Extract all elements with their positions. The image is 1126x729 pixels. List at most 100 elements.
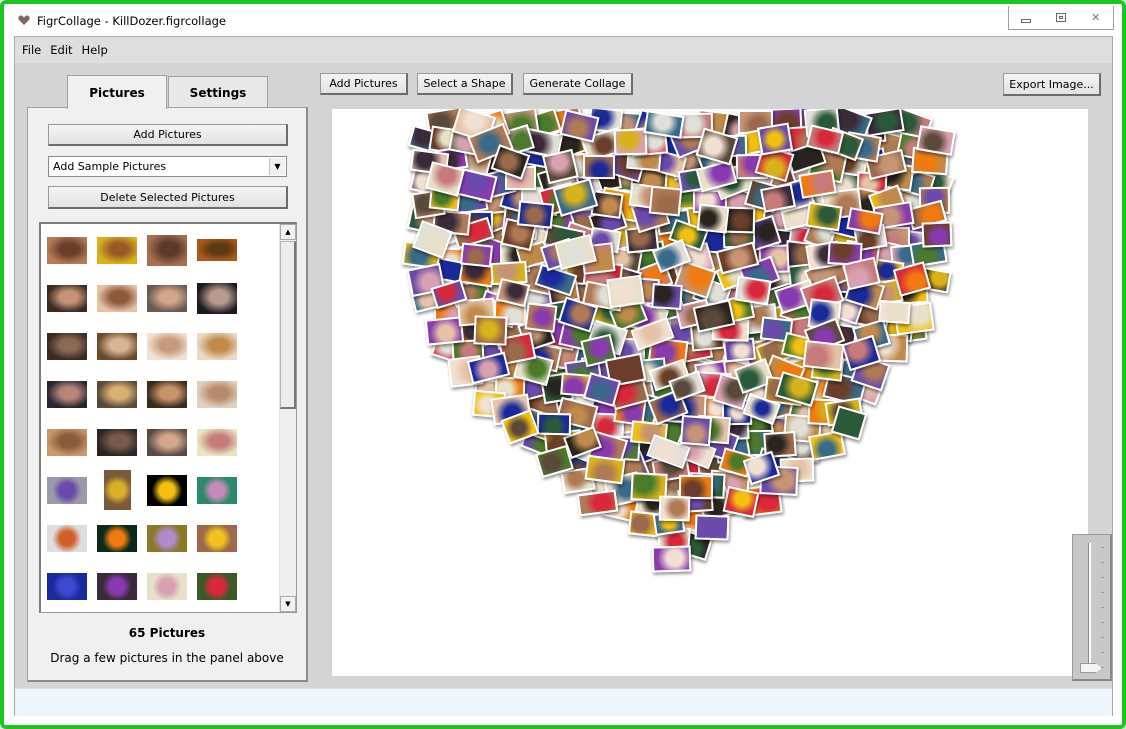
collage-photo[interactable] (648, 185, 683, 217)
menu-help[interactable]: Help (82, 43, 108, 57)
collage-photo[interactable] (878, 299, 911, 325)
picture-thumbnail[interactable] (147, 234, 187, 266)
picture-list[interactable]: ▲ ▼ (39, 222, 297, 613)
picture-thumbnail[interactable] (47, 476, 87, 504)
picture-thumbnail[interactable] (147, 572, 187, 600)
collage-photo[interactable] (802, 339, 845, 371)
zoom-slider-tick (1101, 592, 1104, 593)
collage-photo[interactable] (524, 302, 558, 334)
picture-thumbnail[interactable] (197, 524, 237, 552)
toolbar-add-pictures-button[interactable]: Add Pictures (320, 73, 408, 95)
drag-hint: Drag a few pictures in the panel above (50, 651, 284, 665)
picture-thumbnail[interactable] (197, 428, 237, 456)
picture-count: 65 Pictures (128, 626, 206, 640)
select-shape-button[interactable]: Select a Shape (417, 73, 513, 95)
collage-canvas[interactable] (332, 109, 1088, 676)
collage-photo[interactable] (583, 154, 616, 179)
collage-photo[interactable] (697, 203, 730, 234)
collage-photo[interactable] (459, 242, 494, 268)
collage-photo[interactable] (613, 128, 648, 156)
picture-thumbnail[interactable] (97, 380, 137, 408)
picture-thumbnail[interactable] (147, 332, 187, 360)
collage-photo[interactable] (680, 414, 713, 446)
collage-photo[interactable] (651, 545, 692, 573)
scroll-down-button[interactable]: ▼ (280, 596, 296, 612)
picture-thumbnail[interactable] (47, 380, 87, 408)
minimize-button[interactable] (1009, 6, 1044, 29)
zoom-slider-tick (1101, 652, 1104, 653)
picture-thumbnail[interactable] (147, 474, 187, 506)
zoom-slider-tick (1101, 562, 1104, 563)
window-title: FigrCollage - KillDozer.figrcollage (37, 14, 226, 28)
tab-settings-label: Settings (189, 85, 247, 100)
picture-thumbnail[interactable] (97, 428, 137, 456)
picture-thumbnail[interactable] (197, 332, 237, 360)
collage-photo[interactable] (536, 412, 572, 436)
window-controls: ✕ (1008, 6, 1114, 30)
picture-thumbnail[interactable] (147, 284, 187, 312)
zoom-slider-tick (1101, 622, 1104, 623)
zoom-slider-tick (1101, 637, 1104, 638)
collage-photo[interactable] (694, 513, 730, 541)
collage-photo[interactable] (606, 274, 646, 309)
collage-photo[interactable] (584, 454, 626, 485)
add-pictures-button[interactable]: Add Pictures (48, 124, 288, 146)
picture-thumbnail[interactable] (97, 332, 137, 360)
picture-thumbnail[interactable] (47, 428, 87, 456)
tab-settings[interactable]: Settings (168, 76, 268, 108)
picture-thumbnail[interactable] (47, 236, 87, 264)
picture-thumbnail[interactable] (103, 470, 131, 510)
vertical-scrollbar[interactable]: ▲ ▼ (279, 224, 296, 612)
collage-photo[interactable] (722, 337, 756, 363)
zoom-slider-tick (1101, 547, 1104, 548)
collage-photo[interactable] (734, 275, 772, 306)
zoom-slider-track (1088, 543, 1091, 673)
heart-icon (18, 15, 30, 25)
picture-thumbnail[interactable] (197, 380, 237, 408)
scrollbar-thumb[interactable] (280, 241, 296, 409)
delete-selected-pictures-button[interactable]: Delete Selected Pictures (48, 186, 288, 209)
close-button[interactable]: ✕ (1078, 6, 1113, 29)
picture-thumbnail[interactable] (47, 524, 87, 552)
menu-bar: File Edit Help (15, 37, 1112, 63)
restore-button[interactable] (1044, 6, 1079, 29)
generate-collage-button[interactable]: Generate Collage (523, 73, 633, 95)
collage-photo[interactable] (921, 221, 953, 248)
picture-thumbnail[interactable] (97, 236, 137, 264)
scroll-up-button[interactable]: ▲ (280, 224, 296, 240)
collage-photo[interactable] (473, 315, 508, 347)
picture-thumbnail[interactable] (197, 239, 237, 261)
status-bar (15, 688, 1112, 716)
restore-icon (1056, 13, 1066, 22)
export-image-button[interactable]: Export Image... (1003, 73, 1101, 96)
menu-edit[interactable]: Edit (50, 43, 72, 57)
menu-file[interactable]: File (22, 43, 41, 57)
collage-photo[interactable] (805, 201, 843, 232)
zoom-slider[interactable] (1072, 534, 1112, 681)
picture-thumbnail[interactable] (47, 572, 87, 600)
picture-thumbnail[interactable] (197, 476, 237, 504)
picture-thumbnail[interactable] (147, 380, 187, 408)
picture-thumbnail[interactable] (47, 332, 87, 360)
zoom-slider-handle[interactable] (1080, 663, 1102, 673)
picture-thumbnail[interactable] (97, 284, 137, 312)
picture-thumbnail[interactable] (197, 572, 237, 600)
client-area: File Edit Help Pictures Settings Add Pic… (14, 36, 1113, 716)
picture-thumbnail[interactable] (97, 572, 137, 600)
arrow-down-icon: ▼ (285, 600, 291, 608)
tab-pictures[interactable]: Pictures (67, 75, 167, 109)
collage-photo[interactable] (651, 282, 683, 310)
picture-thumbnail[interactable] (47, 284, 87, 312)
picture-thumbnail[interactable] (97, 524, 137, 552)
collage-photo[interactable] (658, 495, 691, 522)
collage-photo[interactable] (516, 200, 554, 230)
arrow-up-icon: ▲ (285, 228, 291, 236)
picture-thumbnail[interactable] (197, 282, 237, 314)
picture-thumbnail[interactable] (147, 524, 187, 552)
sample-pictures-dropdown[interactable]: Add Sample Pictures ▼ (48, 156, 287, 177)
title-bar[interactable]: FigrCollage - KillDozer.figrcollage ✕ (10, 6, 1114, 36)
zoom-slider-tick (1101, 667, 1104, 668)
collage-photo[interactable] (756, 122, 793, 156)
picture-thumbnail[interactable] (147, 428, 187, 456)
chevron-down-icon[interactable]: ▼ (269, 158, 285, 175)
